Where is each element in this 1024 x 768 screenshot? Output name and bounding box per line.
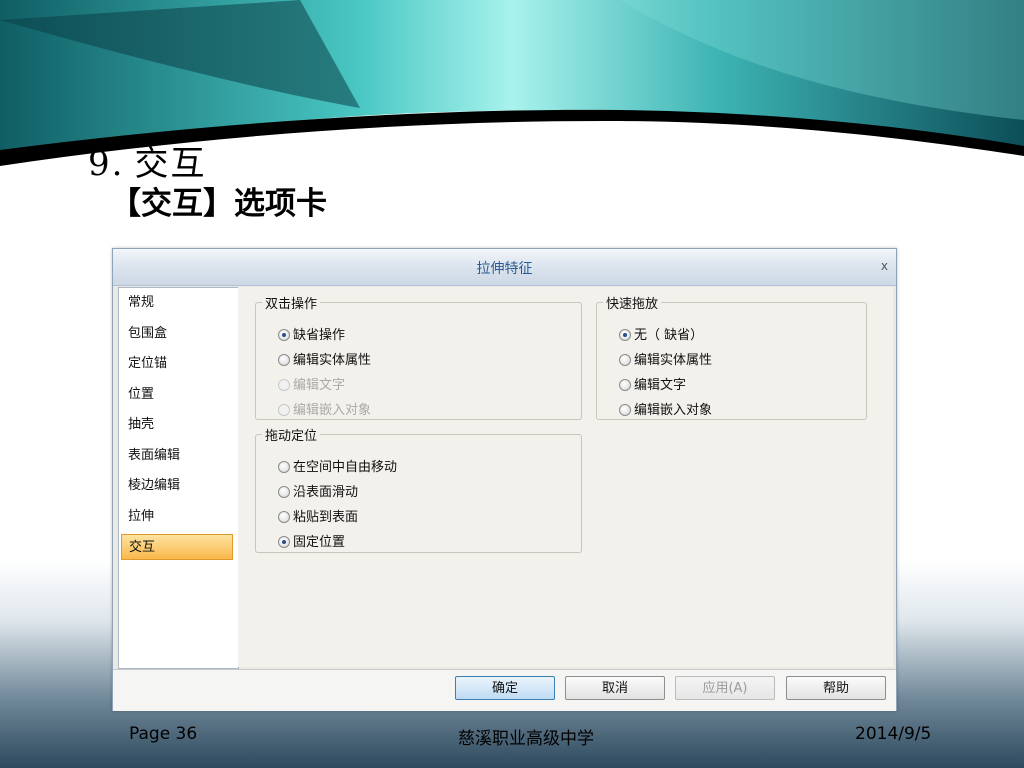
school-name: 慈溪职业高级中学 — [458, 729, 594, 749]
radio-unchecked-icon — [278, 404, 290, 416]
radio-unchecked-icon — [278, 461, 290, 473]
radio-edit-embedded-object: 编辑嵌入对象 — [278, 400, 371, 422]
radio-label: 编辑实体属性 — [634, 353, 713, 368]
category-list: 常规 包围盒 定位锚 位置 抽壳 表面编辑 棱边编辑 拉伸 交互 — [118, 287, 239, 669]
radio-label: 编辑实体属性 — [293, 353, 372, 368]
double-click-group: 双击操作 缺省操作 编辑实体属性 编辑文字 编辑嵌入对象 — [255, 293, 582, 420]
radio-checked-icon — [278, 536, 290, 548]
radio-unchecked-icon — [619, 354, 631, 366]
radio-fixed-position[interactable]: 固定位置 — [278, 532, 345, 554]
radio-unchecked-icon — [278, 511, 290, 523]
radio-drag-edit-text[interactable]: 编辑文字 — [619, 375, 686, 397]
page-number: Page 36 — [129, 724, 198, 744]
radio-slide-along-surface[interactable]: 沿表面滑动 — [278, 482, 358, 504]
nav-item-shell[interactable]: 抽壳 — [121, 412, 233, 438]
nav-item-edge-edit[interactable]: 棱边编辑 — [121, 473, 233, 499]
radio-unchecked-icon — [278, 354, 290, 366]
radio-default-action[interactable]: 缺省操作 — [278, 325, 345, 347]
quick-drag-legend: 快速拖放 — [606, 297, 659, 312]
radio-label: 编辑文字 — [634, 378, 687, 393]
drag-position-legend: 拖动定位 — [265, 429, 318, 444]
radio-none-default[interactable]: 无（ 缺省） — [619, 325, 703, 347]
nav-item-bounding-box[interactable]: 包围盒 — [121, 321, 233, 347]
radio-edit-text: 编辑文字 — [278, 375, 345, 397]
cancel-button[interactable]: 取消 — [565, 676, 665, 700]
double-click-legend: 双击操作 — [265, 297, 318, 312]
slide-subtitle: 【交互】选项卡 — [110, 186, 327, 222]
radio-label: 缺省操作 — [293, 328, 346, 343]
radio-label: 沿表面滑动 — [293, 485, 359, 500]
radio-unchecked-icon — [619, 379, 631, 391]
radio-label: 固定位置 — [293, 535, 346, 550]
radio-label: 编辑嵌入对象 — [634, 403, 713, 418]
dialog-button-bar: 确定 取消 应用(A) 帮助 — [113, 669, 896, 711]
nav-item-general[interactable]: 常规 — [121, 290, 233, 316]
ok-button[interactable]: 确定 — [455, 676, 555, 700]
slide-date: 2014/9/5 — [855, 724, 932, 744]
radio-edit-entity-properties[interactable]: 编辑实体属性 — [278, 350, 371, 372]
radio-unchecked-icon — [619, 404, 631, 416]
radio-checked-icon — [278, 329, 290, 341]
dialog-title: 拉伸特征 — [476, 261, 533, 277]
radio-stick-to-surface[interactable]: 粘贴到表面 — [278, 507, 358, 529]
radio-drag-edit-entity-properties[interactable]: 编辑实体属性 — [619, 350, 712, 372]
radio-label: 编辑嵌入对象 — [293, 403, 372, 418]
radio-label: 粘贴到表面 — [293, 510, 359, 525]
help-button[interactable]: 帮助 — [786, 676, 886, 700]
nav-item-position[interactable]: 位置 — [121, 382, 233, 408]
radio-unchecked-icon — [278, 486, 290, 498]
settings-panel: 双击操作 缺省操作 编辑实体属性 编辑文字 编辑嵌入对象 快速拖放 无（ 缺省）… — [238, 287, 893, 667]
nav-item-surface-edit[interactable]: 表面编辑 — [121, 443, 233, 469]
dialog-titlebar[interactable]: 拉伸特征 x — [113, 249, 896, 286]
drag-position-group: 拖动定位 在空间中自由移动 沿表面滑动 粘贴到表面 固定位置 — [255, 425, 582, 553]
radio-label: 无（ 缺省） — [634, 328, 704, 343]
radio-free-move[interactable]: 在空间中自由移动 — [278, 457, 397, 479]
close-icon[interactable]: x — [881, 259, 888, 273]
nav-item-interaction[interactable]: 交互 — [121, 534, 233, 560]
apply-button: 应用(A) — [675, 676, 775, 700]
extrude-feature-dialog: 拉伸特征 x 常规 包围盒 定位锚 位置 抽壳 表面编辑 棱边编辑 拉伸 交互 … — [112, 248, 897, 711]
radio-drag-edit-embedded-object[interactable]: 编辑嵌入对象 — [619, 400, 712, 422]
radio-label: 在空间中自由移动 — [293, 460, 398, 475]
nav-item-extrude[interactable]: 拉伸 — [121, 504, 233, 530]
radio-checked-icon — [619, 329, 631, 341]
nav-item-anchor[interactable]: 定位锚 — [121, 351, 233, 377]
quick-drag-group: 快速拖放 无（ 缺省） 编辑实体属性 编辑文字 编辑嵌入对象 — [596, 293, 867, 420]
radio-unchecked-icon — [278, 379, 290, 391]
radio-label: 编辑文字 — [293, 378, 346, 393]
